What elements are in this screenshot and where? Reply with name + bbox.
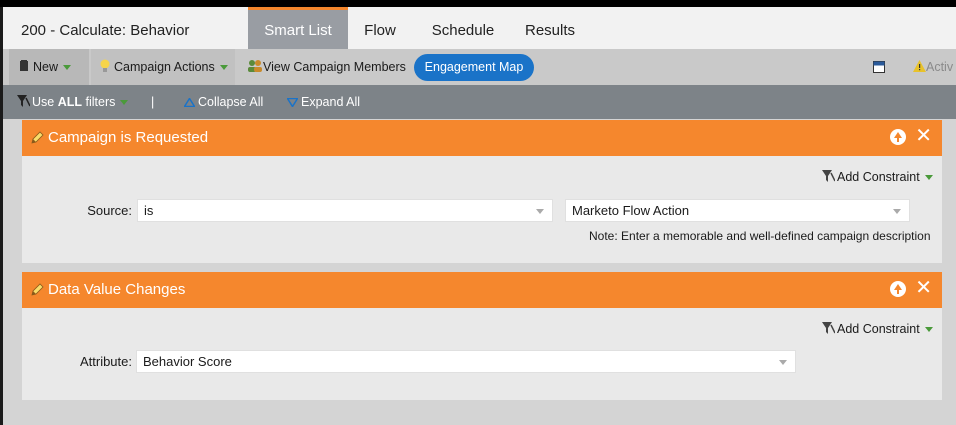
- status-label: Activ: [926, 60, 954, 74]
- close-icon[interactable]: ✕: [915, 125, 932, 147]
- add-constraint-label: Add Constraint: [837, 170, 920, 184]
- new-label: New: [33, 60, 59, 74]
- operator-select[interactable]: is: [137, 199, 553, 222]
- view-members-button[interactable]: View Campaign Members: [247, 49, 411, 85]
- collapse-all-button[interactable]: Collapse All: [183, 85, 264, 119]
- filter-note: Note: Enter a memorable and well-defined…: [589, 229, 931, 243]
- document-icon: [20, 60, 28, 71]
- engagement-map-button[interactable]: Engagement Map: [414, 54, 534, 81]
- filter-title: Data Value Changes: [48, 281, 186, 298]
- source-value: Marketo Flow Action: [572, 203, 690, 218]
- source-label: Source:: [87, 203, 132, 218]
- close-icon[interactable]: ✕: [915, 277, 932, 299]
- window-icon[interactable]: [873, 61, 885, 73]
- move-up-icon[interactable]: [890, 129, 906, 145]
- add-constraint-button[interactable]: Add Constraint: [822, 322, 933, 336]
- chevron-down-icon: [924, 175, 933, 181]
- campaign-actions-menu[interactable]: Campaign Actions: [91, 49, 235, 85]
- triangle-down-icon: [286, 97, 299, 108]
- chevron-down-icon: [120, 100, 129, 106]
- attribute-value: Behavior Score: [143, 354, 232, 369]
- expand-all-label: Expand All: [301, 95, 361, 109]
- triangle-up-icon: [183, 97, 196, 108]
- dropdown-arrow-icon: [779, 360, 787, 365]
- use-prefix: Use: [32, 95, 55, 109]
- pencil-icon: [31, 283, 44, 296]
- new-menu[interactable]: New: [9, 49, 89, 85]
- tab-schedule[interactable]: Schedule: [423, 7, 503, 49]
- funnel-icon: [17, 95, 31, 107]
- pencil-icon: [31, 131, 44, 144]
- dropdown-arrow-icon: [893, 209, 901, 214]
- campaign-title: 200 - Calculate: Behavior Rating: [21, 22, 190, 87]
- filter-campaign-is-requested: Campaign is Requested ✕ Add Constraint S…: [22, 120, 942, 263]
- tab-smart-list[interactable]: Smart List: [248, 7, 348, 49]
- people-icon: [248, 60, 262, 72]
- dropdown-arrow-icon: [536, 209, 544, 214]
- view-members-label: View Campaign Members: [263, 60, 406, 74]
- filter-title: Campaign is Requested: [48, 129, 209, 146]
- chevron-down-icon: [924, 327, 933, 333]
- source-value-select[interactable]: Marketo Flow Action: [565, 199, 910, 222]
- separator: |: [151, 95, 155, 109]
- smart-list-canvas: Campaign is Requested ✕ Add Constraint S…: [3, 119, 956, 425]
- operator-value: is: [144, 203, 154, 218]
- use-strong: ALL: [57, 95, 83, 109]
- tab-bar: 200 - Calculate: Behavior Rating Smart L…: [3, 7, 956, 87]
- filters-toolbar: Use ALL filters | Collapse All Expand Al…: [3, 85, 956, 119]
- campaign-actions-label: Campaign Actions: [114, 60, 215, 74]
- lightbulb-icon: [100, 59, 110, 72]
- use-all-filters-menu[interactable]: Use ALL filters: [17, 85, 129, 119]
- collapse-all-label: Collapse All: [198, 95, 264, 109]
- filter-header[interactable]: Campaign is Requested ✕: [22, 120, 942, 156]
- action-toolbar: New Campaign Actions View Campaign Membe…: [3, 49, 956, 85]
- chevron-down-icon: [63, 65, 72, 71]
- top-border: [0, 0, 956, 7]
- add-constraint-label: Add Constraint: [837, 322, 920, 336]
- warning-icon: [913, 60, 926, 72]
- app-frame: 200 - Calculate: Behavior Rating Smart L…: [0, 0, 956, 425]
- filter-data-value-changes: Data Value Changes ✕ Add Constraint Attr…: [22, 272, 942, 400]
- tab-flow[interactable]: Flow: [355, 7, 405, 49]
- move-up-icon[interactable]: [890, 281, 906, 297]
- attribute-label: Attribute:: [79, 354, 132, 369]
- expand-all-button[interactable]: Expand All: [286, 85, 361, 119]
- tab-results[interactable]: Results: [517, 7, 583, 49]
- attribute-select[interactable]: Behavior Score: [136, 350, 796, 373]
- funnel-icon: [822, 322, 836, 334]
- status-indicator: Activ: [913, 49, 956, 85]
- use-suffix: filters: [85, 95, 116, 109]
- funnel-icon: [822, 170, 836, 182]
- chevron-down-icon: [219, 65, 228, 71]
- add-constraint-button[interactable]: Add Constraint: [822, 170, 933, 184]
- filter-header[interactable]: Data Value Changes ✕: [22, 272, 942, 308]
